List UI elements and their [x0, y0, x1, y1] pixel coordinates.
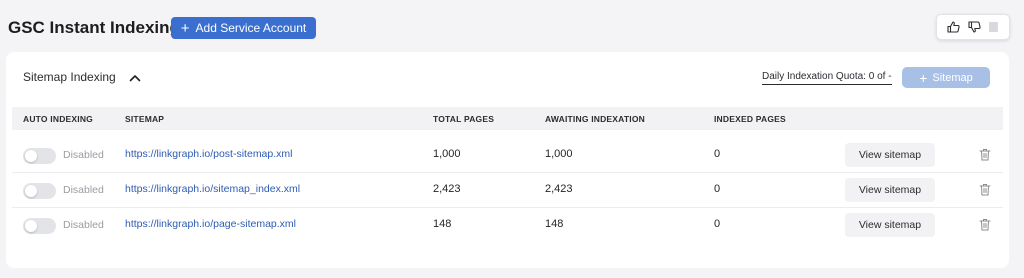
plus-icon: +	[919, 69, 928, 86]
feedback-widget	[936, 14, 1010, 40]
view-sitemap-button[interactable]: View sitemap	[845, 213, 935, 237]
toggle-status: Disabled	[63, 184, 104, 196]
add-sitemap-label: Sitemap	[932, 71, 973, 84]
plus-icon: +	[180, 19, 190, 37]
toggle-status: Disabled	[63, 219, 104, 231]
column-header: AWAITING INDEXATION	[545, 114, 645, 124]
indexed-pages: 0	[714, 183, 721, 195]
quota-value: 0 of -	[868, 71, 892, 82]
indexed-pages: 0	[714, 218, 721, 230]
quota-label: Daily Indexation Quota:	[762, 71, 866, 82]
awaiting-indexation: 2,423	[545, 183, 573, 195]
add-service-account-label: Add Service Account	[195, 21, 307, 35]
table-row: Disabled https://linkgraph.io/sitemap_in…	[12, 173, 1003, 208]
column-header: INDEXED PAGES	[714, 114, 786, 124]
daily-quota: Daily Indexation Quota: 0 of -	[762, 71, 892, 85]
flag-icon[interactable]	[989, 22, 998, 32]
column-header: TOTAL PAGES	[433, 114, 495, 124]
column-header: SITEMAP	[125, 114, 165, 124]
view-sitemap-button[interactable]: View sitemap	[845, 178, 935, 202]
awaiting-indexation: 148	[545, 218, 564, 230]
indexed-pages: 0	[714, 148, 721, 160]
thumbs-up-icon[interactable]	[947, 21, 960, 33]
add-sitemap-button[interactable]: + Sitemap	[902, 67, 990, 88]
auto-indexing-toggle[interactable]	[23, 218, 56, 234]
trash-icon[interactable]	[979, 183, 991, 201]
page-title: GSC Instant Indexing	[8, 18, 180, 37]
table-row: Disabled https://linkgraph.io/page-sitem…	[12, 208, 1003, 243]
awaiting-indexation: 1,000	[545, 148, 573, 160]
total-pages: 1,000	[433, 148, 461, 160]
thumbs-down-icon[interactable]	[968, 21, 981, 33]
table-row: Disabled https://linkgraph.io/post-sitem…	[12, 138, 1003, 173]
chevron-up-icon[interactable]	[129, 70, 141, 88]
toggle-status: Disabled	[63, 149, 104, 161]
trash-icon[interactable]	[979, 148, 991, 166]
sitemap-link[interactable]: https://linkgraph.io/page-sitemap.xml	[125, 218, 296, 230]
add-service-account-button[interactable]: + Add Service Account	[171, 17, 316, 39]
auto-indexing-toggle[interactable]	[23, 148, 56, 164]
sitemap-link[interactable]: https://linkgraph.io/sitemap_index.xml	[125, 183, 300, 195]
sitemap-indexing-card: Sitemap Indexing Daily Indexation Quota:…	[6, 52, 1009, 268]
view-sitemap-button[interactable]: View sitemap	[845, 143, 935, 167]
total-pages: 148	[433, 218, 452, 230]
total-pages: 2,423	[433, 183, 461, 195]
column-header: AUTO INDEXING	[23, 114, 93, 124]
section-title: Sitemap Indexing	[23, 70, 116, 84]
trash-icon[interactable]	[979, 218, 991, 236]
table-header: AUTO INDEXING SITEMAP TOTAL PAGES AWAITI…	[12, 107, 1003, 130]
auto-indexing-toggle[interactable]	[23, 183, 56, 199]
sitemap-link[interactable]: https://linkgraph.io/post-sitemap.xml	[125, 148, 293, 160]
